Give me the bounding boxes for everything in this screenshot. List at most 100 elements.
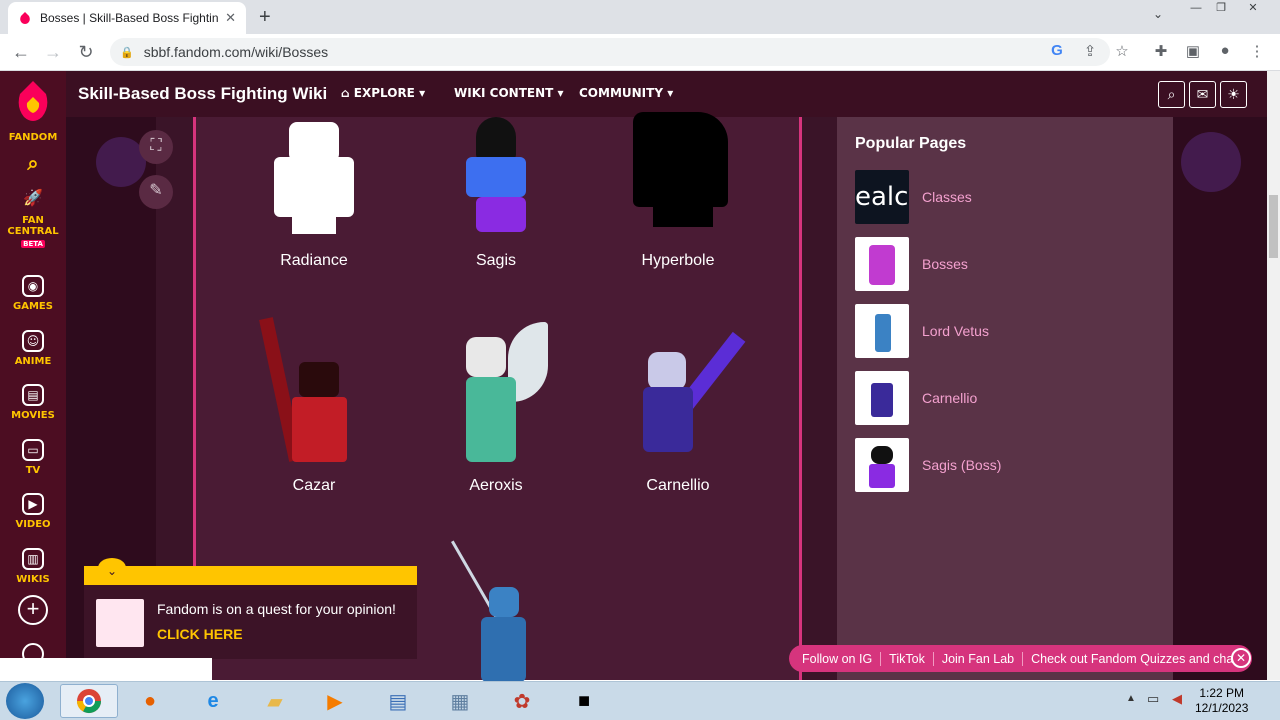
boss-name: Hyperbole (641, 252, 715, 269)
fandom-logo-icon[interactable] (16, 79, 50, 123)
boss-card-cazar[interactable]: Cazar (234, 317, 394, 495)
survey-prompt[interactable]: ⌄ Fandom is on a quest for your opinion!… (84, 558, 417, 659)
fullscreen-icon[interactable]: ⛶ (139, 130, 173, 164)
boss-name: Aeroxis (469, 477, 523, 494)
carnellio-thumbnail (855, 371, 909, 425)
popular-page-classes[interactable]: ealc Classes (855, 170, 1155, 224)
quizzes-link[interactable]: Check out Fandom Quizzes and cha (1023, 652, 1241, 666)
wiki-content-label: WIKI CONTENT (454, 86, 554, 100)
community-menu[interactable]: COMMUNITY ▾ (579, 86, 673, 100)
banner-close-icon[interactable]: ✕ (1231, 648, 1251, 668)
click-here-link[interactable]: CLICK HERE (157, 626, 243, 642)
explore-menu[interactable]: ⌂ EXPLORE ▾ (341, 86, 425, 100)
calculator-icon[interactable]: ▦ (431, 684, 489, 718)
paint-icon[interactable]: ✿ (493, 684, 551, 718)
page-scrollbar[interactable] (1267, 71, 1280, 680)
chrome-taskbar-icon[interactable] (60, 684, 118, 718)
anime-label: ANIME (14, 356, 52, 367)
popular-page-sagis-boss[interactable]: Sagis (Boss) (855, 438, 1155, 492)
scrollbar-thumb[interactable] (1269, 195, 1278, 258)
theme-sun-icon[interactable]: ☀ (1220, 81, 1247, 108)
new-tab-button[interactable]: + (259, 6, 271, 29)
fandom-favicon-icon (20, 12, 30, 24)
blank-panel (0, 658, 212, 681)
wiki-content-menu[interactable]: WIKI CONTENT ▾ (454, 86, 564, 100)
start-button[interactable] (6, 683, 44, 719)
boss-card-hyperbole[interactable]: Hyperbole (598, 112, 758, 270)
boss-card-carnellio[interactable]: Carnellio (598, 317, 758, 495)
games-label: GAMES (13, 301, 53, 312)
minimize-button[interactable]: — (1183, 0, 1209, 18)
popular-page-label: Lord Vetus (922, 323, 989, 339)
collapse-chevron-icon[interactable]: ⌄ (98, 558, 126, 578)
popular-pages-title: Popular Pages (855, 135, 967, 152)
anime-link[interactable]: ☺ ANIME (0, 330, 66, 367)
firefox-icon[interactable]: ● (121, 684, 179, 718)
media-player-icon[interactable]: ▶ (306, 684, 364, 718)
popular-page-carnellio[interactable]: Carnellio (855, 371, 1155, 425)
volume-muted-icon[interactable]: ◀ (1172, 691, 1182, 707)
movies-link[interactable]: ▤ MOVIES (0, 384, 66, 421)
browser-tab[interactable]: Bosses | Skill-Based Boss Fighting ✕ (8, 2, 246, 34)
boss-card-sagis[interactable]: Sagis (416, 112, 576, 270)
profile-icon[interactable]: ● (1215, 42, 1235, 59)
google-icon[interactable]: G (1047, 42, 1067, 59)
fan-central-link[interactable]: 🚀 FAN CENTRAL BETA (0, 189, 66, 248)
file-explorer-icon[interactable]: ▰ (246, 684, 304, 718)
wiki-name[interactable]: Skill-Based Boss Fighting Wiki (78, 84, 327, 104)
tab-search-chevron-icon[interactable]: ⌄ (1153, 7, 1163, 21)
search-icon[interactable]: ⌕ (0, 151, 66, 175)
taskbar-clock[interactable]: 1:22 PM 12/1/2023 (1195, 686, 1248, 716)
bookmark-star-icon[interactable]: ☆ (1112, 42, 1132, 60)
radiance-image (254, 112, 374, 242)
close-window-button[interactable]: ✕ (1240, 0, 1266, 18)
back-button[interactable]: ← (10, 42, 32, 63)
boss-name: Radiance (280, 252, 348, 269)
sagis-thumbnail (855, 438, 909, 492)
boss-card-aeroxis[interactable]: Aeroxis (416, 317, 576, 495)
chevron-down-icon: ▾ (557, 86, 564, 100)
address-bar[interactable]: 🔒 sbbf.fandom.com/wiki/Bosses (110, 38, 1110, 66)
wikis-link[interactable]: ▥ WIKIS (0, 548, 66, 585)
edit-pencil-icon[interactable]: ✎ (139, 175, 173, 209)
internet-explorer-icon[interactable]: e (184, 684, 242, 718)
popular-page-lord-vetus[interactable]: Lord Vetus (855, 304, 1155, 358)
popular-page-label: Sagis (Boss) (922, 457, 1002, 473)
games-link[interactable]: ◉ GAMES (0, 275, 66, 312)
video-link[interactable]: ▶ VIDEO (0, 493, 66, 530)
network-icon[interactable]: ▭ (1147, 691, 1159, 707)
explore-label: EXPLORE (353, 86, 415, 100)
follow-ig-link[interactable]: Follow on IG (802, 651, 882, 666)
popular-pages-sidebar: Popular Pages ealc Classes Bosses Lord V… (837, 117, 1173, 680)
fan-lab-link[interactable]: Join Fan Lab (934, 651, 1024, 666)
book-icon: ▥ (22, 548, 44, 570)
side-panel-icon[interactable]: ▣ (1183, 42, 1203, 60)
popular-page-bosses[interactable]: Bosses (855, 237, 1155, 291)
survey-text: Fandom is on a quest for your opinion! (157, 601, 396, 617)
restore-button[interactable]: ❐ (1208, 0, 1234, 18)
tv-icon: ▭ (22, 439, 44, 461)
tv-link[interactable]: ▭ TV (0, 439, 66, 476)
community-label: COMMUNITY (579, 86, 664, 100)
notepad-icon[interactable]: ▤ (369, 684, 427, 718)
boss-name: Sagis (475, 252, 517, 269)
boss-card-lord-vetus[interactable] (451, 540, 551, 682)
forward-button[interactable]: → (42, 42, 64, 63)
show-hidden-icons-icon[interactable]: ▲ (1126, 693, 1136, 704)
anime-face-icon: ☺ (22, 330, 44, 352)
share-icon[interactable]: ⇪ (1080, 42, 1100, 60)
aeroxis-image (436, 317, 556, 467)
search-button[interactable]: ⌕ (1158, 81, 1185, 108)
popular-page-label: Carnellio (922, 390, 978, 406)
survey-bar (84, 566, 417, 585)
reload-button[interactable]: ↻ (75, 42, 97, 63)
tiktok-link[interactable]: TikTok (881, 651, 934, 666)
tab-close-icon[interactable]: ✕ (225, 10, 236, 26)
create-plus-icon[interactable]: + (18, 595, 48, 625)
boss-card-radiance[interactable]: Radiance (234, 112, 394, 270)
command-prompt-icon[interactable]: ■ (555, 684, 613, 718)
menu-kebab-icon[interactable]: ⋮ (1247, 42, 1267, 60)
extensions-icon[interactable]: ✚ (1151, 42, 1171, 60)
discussions-icon[interactable]: ✉ (1189, 81, 1216, 108)
popular-page-label: Classes (922, 189, 972, 205)
